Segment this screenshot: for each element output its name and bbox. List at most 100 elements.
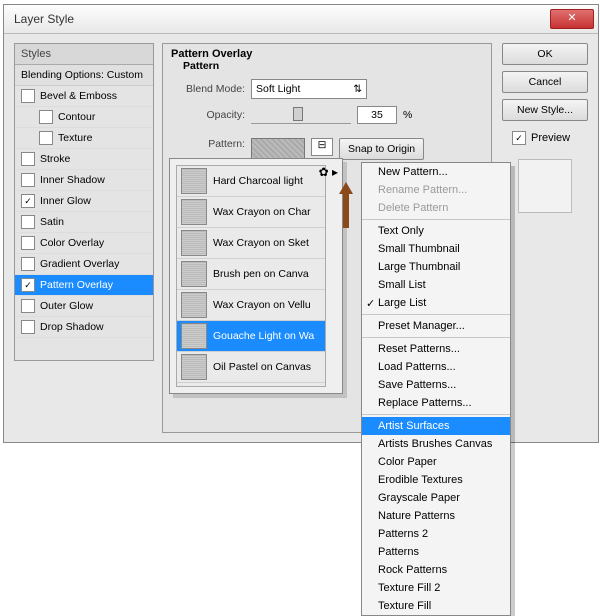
menu-separator: [362, 414, 510, 415]
style-label: Inner Shadow: [40, 174, 105, 186]
style-checkbox[interactable]: [21, 257, 35, 271]
style-row[interactable]: Bevel & Emboss: [15, 86, 153, 107]
menu-item[interactable]: Reset Patterns...: [362, 340, 510, 358]
gear-icon[interactable]: ✿ ▸: [319, 165, 338, 179]
menu-separator: [362, 314, 510, 315]
style-checkbox[interactable]: [21, 299, 35, 313]
menu-item[interactable]: Preset Manager...: [362, 317, 510, 335]
menu-item: Rename Pattern...: [362, 181, 510, 199]
style-label: Drop Shadow: [40, 321, 104, 333]
style-label: Satin: [40, 216, 64, 228]
styles-header[interactable]: Styles: [15, 44, 153, 65]
slider-thumb[interactable]: [293, 107, 303, 121]
pattern-thumb: [181, 292, 207, 318]
opacity-unit: %: [403, 109, 412, 121]
pattern-name: Oil Pastel on Canvas: [213, 361, 311, 373]
style-row[interactable]: Inner Glow: [15, 191, 153, 212]
pattern-list-item[interactable]: Wax Crayon on Vellu: [177, 290, 325, 321]
menu-item[interactable]: Texture Fill 2: [362, 579, 510, 597]
pattern-name: Brush pen on Canva: [213, 268, 309, 280]
menu-item[interactable]: Small Thumbnail: [362, 240, 510, 258]
new-style-button[interactable]: New Style...: [502, 99, 588, 121]
pattern-list-item[interactable]: Brush pen on Canva: [177, 259, 325, 290]
style-row[interactable]: Stroke: [15, 149, 153, 170]
style-label: Inner Glow: [40, 195, 91, 207]
style-checkbox[interactable]: [21, 278, 35, 292]
style-checkbox[interactable]: [21, 89, 35, 103]
menu-item[interactable]: Grayscale Paper: [362, 489, 510, 507]
menu-item[interactable]: Artist Surfaces: [362, 417, 510, 435]
style-checkbox[interactable]: [21, 194, 35, 208]
menu-item[interactable]: Save Patterns...: [362, 376, 510, 394]
menu-item[interactable]: Patterns 2: [362, 525, 510, 543]
blend-mode-dropdown[interactable]: Soft Light ⇅: [251, 79, 367, 99]
style-checkbox[interactable]: [21, 173, 35, 187]
menu-item[interactable]: Text Only: [362, 222, 510, 240]
preview-thumbnail: [518, 159, 572, 213]
style-row[interactable]: Texture: [15, 128, 153, 149]
menu-item[interactable]: Color Paper: [362, 453, 510, 471]
pattern-name: Wax Crayon on Char: [213, 206, 311, 218]
style-checkbox[interactable]: [21, 236, 35, 250]
menu-separator: [362, 219, 510, 220]
panel-section: Pattern: [163, 60, 491, 76]
pattern-label: Pattern:: [183, 138, 245, 150]
pattern-thumb: [181, 199, 207, 225]
style-row[interactable]: Satin: [15, 212, 153, 233]
style-label: Bevel & Emboss: [40, 90, 117, 102]
style-row[interactable]: Gradient Overlay: [15, 254, 153, 275]
style-row[interactable]: Drop Shadow: [15, 317, 153, 338]
style-label: Outer Glow: [40, 300, 93, 312]
pattern-picker-popup: Hard Charcoal light Wax Crayon on Char Wax…: [169, 158, 343, 394]
style-row[interactable]: Outer Glow: [15, 296, 153, 317]
close-button[interactable]: ✕: [550, 9, 594, 29]
style-label: Texture: [58, 132, 92, 144]
style-label: Contour: [58, 111, 95, 123]
pattern-list[interactable]: Hard Charcoal light Wax Crayon on Char Wax…: [176, 165, 326, 387]
pattern-list-item[interactable]: Gouache Light on Wa: [177, 321, 325, 352]
blend-mode-label: Blend Mode:: [183, 83, 245, 95]
style-row[interactable]: Pattern Overlay: [15, 275, 153, 296]
link-icon[interactable]: ⊟: [311, 138, 333, 156]
opacity-slider[interactable]: [251, 109, 351, 124]
style-label: Pattern Overlay: [40, 279, 113, 291]
blending-options-row[interactable]: Blending Options: Custom: [15, 65, 153, 86]
menu-item[interactable]: Rock Patterns: [362, 561, 510, 579]
pattern-thumb: [181, 354, 207, 380]
style-checkbox[interactable]: [21, 152, 35, 166]
ok-button[interactable]: OK: [502, 43, 588, 65]
pattern-name: Wax Crayon on Vellu: [213, 299, 311, 311]
dialog-buttons: OK Cancel New Style... Preview: [502, 43, 588, 213]
pattern-thumb: [181, 168, 207, 194]
pattern-list-item[interactable]: Oil Pastel on Canvas: [177, 352, 325, 383]
opacity-field[interactable]: 35: [357, 106, 397, 124]
snap-to-origin-button[interactable]: Snap to Origin: [339, 138, 424, 160]
menu-item[interactable]: Nature Patterns: [362, 507, 510, 525]
window-title: Layer Style: [14, 12, 74, 26]
style-row[interactable]: Contour: [15, 107, 153, 128]
menu-item[interactable]: Artists Brushes Canvas: [362, 435, 510, 453]
style-row[interactable]: Color Overlay: [15, 233, 153, 254]
menu-item[interactable]: Large Thumbnail: [362, 258, 510, 276]
preview-checkbox[interactable]: [512, 131, 526, 145]
menu-item[interactable]: Load Patterns...: [362, 358, 510, 376]
pattern-flyout-menu[interactable]: New Pattern...Rename Pattern...Delete Pa…: [361, 162, 511, 616]
style-checkbox[interactable]: [39, 110, 53, 124]
menu-item[interactable]: Replace Patterns...: [362, 394, 510, 412]
style-checkbox[interactable]: [21, 320, 35, 334]
style-checkbox[interactable]: [21, 215, 35, 229]
menu-item[interactable]: Erodible Textures: [362, 471, 510, 489]
preview-label: Preview: [531, 132, 570, 144]
pattern-list-item[interactable]: Wax Crayon on Sket: [177, 228, 325, 259]
menu-item[interactable]: Small List: [362, 276, 510, 294]
pattern-name: Hard Charcoal light: [213, 175, 303, 187]
menu-item[interactable]: Patterns: [362, 543, 510, 561]
pattern-list-item[interactable]: Wax Crayon on Char: [177, 197, 325, 228]
pattern-list-item[interactable]: Hard Charcoal light: [177, 166, 325, 197]
menu-item[interactable]: Large List: [362, 294, 510, 312]
cancel-button[interactable]: Cancel: [502, 71, 588, 93]
style-row[interactable]: Inner Shadow: [15, 170, 153, 191]
style-checkbox[interactable]: [39, 131, 53, 145]
menu-item[interactable]: New Pattern...: [362, 163, 510, 181]
styles-list-panel: Styles Blending Options: Custom Bevel & …: [14, 43, 154, 361]
